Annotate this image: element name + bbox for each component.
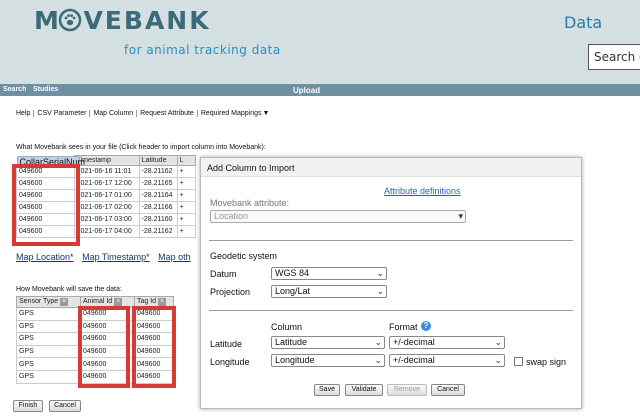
menu-csv-parameter[interactable]: CSV Parameter — [34, 110, 91, 117]
tagline: for animal tracking data — [124, 43, 281, 57]
save-button[interactable]: Save — [314, 384, 340, 396]
chevron-down-icon: ⌄ — [494, 337, 502, 347]
add-column-dialog: Add Column to Import Attribute definitio… — [200, 157, 582, 409]
geodetic-system-label: Geodetic system — [210, 251, 278, 261]
table-cell: -28.21164 — [138, 189, 178, 202]
help-icon[interactable]: ? — [421, 321, 431, 331]
table-cell: 2021-06-16 11:01 — [73, 165, 140, 178]
table-cell: -28.21162 — [138, 165, 178, 178]
table-cell: GPS — [16, 369, 81, 384]
dialog-cancel-button[interactable]: Cancel — [431, 384, 465, 396]
site-header: MOVEBANK for animal tracking data Data S… — [0, 0, 640, 84]
table-cell: + — [176, 225, 197, 238]
map-timestamp-link[interactable]: Map Timestamp* — [82, 252, 150, 262]
swap-sign-checkbox[interactable] — [514, 357, 523, 366]
table-cell: -28.21166 — [138, 201, 178, 214]
table-cell: 2021-06-17 01:00 — [73, 189, 140, 202]
nav-upload[interactable]: Upload — [293, 86, 320, 95]
table-cell: 2021-06-17 02:00 — [73, 201, 140, 214]
chevron-down-icon: ⌄ — [376, 268, 384, 278]
finish-button[interactable]: Finish — [13, 400, 43, 412]
paw-icon — [58, 8, 82, 32]
table-cell: -28.21160 — [138, 213, 178, 226]
table-cell: GPS — [16, 332, 81, 346]
column-header-latitude[interactable]: Latitude — [138, 155, 178, 166]
dialog-title: Add Column to Import — [201, 158, 581, 177]
table-cell: + — [176, 201, 197, 214]
table-cell: + — [176, 189, 197, 202]
movebank-attribute-select[interactable]: Location ▾ — [210, 210, 466, 223]
table-cell: GPS — [16, 357, 81, 371]
menu-map-column[interactable]: Map Column — [90, 110, 138, 117]
chevron-down-icon: ⌄ — [494, 355, 502, 365]
divider — [209, 310, 573, 311]
latitude-format-select[interactable]: +/-decimal ⌄ — [389, 336, 505, 349]
nav-studies[interactable]: Studies — [33, 86, 58, 93]
map-location-link[interactable]: Map Location* — [16, 252, 74, 262]
datum-label: Datum — [210, 269, 237, 279]
swap-sign-label: swap sign — [526, 357, 567, 367]
longitude-column-select[interactable]: Longitude ⌄ — [271, 354, 385, 367]
map-links: Map Location* Map Timestamp* Map oth — [16, 252, 197, 262]
data-menu-label[interactable]: Data — [564, 13, 602, 32]
latitude-label: Latitude — [210, 339, 243, 349]
format-heading: Format — [389, 322, 418, 332]
column-heading: Column — [271, 322, 303, 332]
projection-select[interactable]: Long/Lat ⌄ — [271, 285, 387, 298]
remove-column-icon[interactable]: × — [114, 298, 123, 306]
chevron-down-icon: ⌄ — [374, 337, 382, 347]
longitude-label: Longitude — [210, 357, 250, 367]
highlight-box — [12, 164, 80, 246]
highlight-box — [132, 306, 176, 388]
file-preview-instruction: What Movebank sees in your file (Click h… — [16, 144, 266, 151]
datum-select[interactable]: WGS 84 ⌄ — [271, 267, 387, 280]
chevron-down-icon: ▼ — [262, 110, 270, 117]
validate-button[interactable]: Validate — [345, 384, 383, 396]
table-cell: 2021-06-17 03:00 — [73, 213, 140, 226]
table-cell: GPS — [16, 319, 81, 334]
movebank-attribute-label: Movebank attribute: — [210, 198, 290, 208]
main-nav: Search Studies Upload — [0, 84, 640, 96]
chevron-down-icon: ⌄ — [376, 286, 384, 296]
highlight-box — [78, 306, 130, 388]
table-cell: + — [176, 213, 197, 226]
remove-button[interactable]: Remove — [387, 384, 427, 396]
table-cell: 2021-06-17 04:00 — [73, 225, 140, 238]
nav-search[interactable]: Search — [3, 86, 26, 93]
table-cell: + — [176, 165, 197, 178]
longitude-format-select[interactable]: +/-decimal ⌄ — [389, 354, 505, 367]
upload-menu: Help CSV Parameter Map Column Request At… — [16, 110, 272, 117]
attribute-definitions-link[interactable]: Attribute definitions — [384, 186, 461, 196]
remove-column-icon[interactable]: × — [60, 298, 69, 306]
table-cell: GPS — [16, 344, 81, 359]
menu-request-attribute[interactable]: Request Attribute — [137, 110, 198, 117]
save-preview-instruction: How Movebank will save the data: — [16, 286, 122, 293]
projection-label: Projection — [210, 287, 251, 297]
table-cell: GPS — [16, 307, 81, 321]
menu-help[interactable]: Help — [16, 110, 35, 117]
column-header-sensor-type[interactable]: Sensor Type × — [16, 296, 81, 308]
remove-column-icon[interactable]: × — [158, 298, 167, 306]
map-other-link[interactable]: Map oth — [158, 252, 191, 262]
chevron-down-icon: ▾ — [458, 211, 463, 221]
latitude-column-select[interactable]: Latitude ⌄ — [271, 336, 385, 349]
column-header-longitude[interactable]: L — [176, 155, 197, 166]
table-cell: + — [176, 177, 197, 190]
cancel-button[interactable]: Cancel — [49, 400, 81, 412]
site-search-input[interactable]: Search o — [588, 44, 640, 70]
table-cell: 2021-06-17 12:00 — [73, 177, 140, 190]
chevron-down-icon: ⌄ — [374, 355, 382, 365]
divider — [209, 240, 573, 241]
menu-required-mappings[interactable]: Required Mappings▼ — [198, 110, 273, 117]
table-cell: -28.21162 — [138, 225, 178, 238]
table-cell: -28.21165 — [138, 177, 178, 190]
